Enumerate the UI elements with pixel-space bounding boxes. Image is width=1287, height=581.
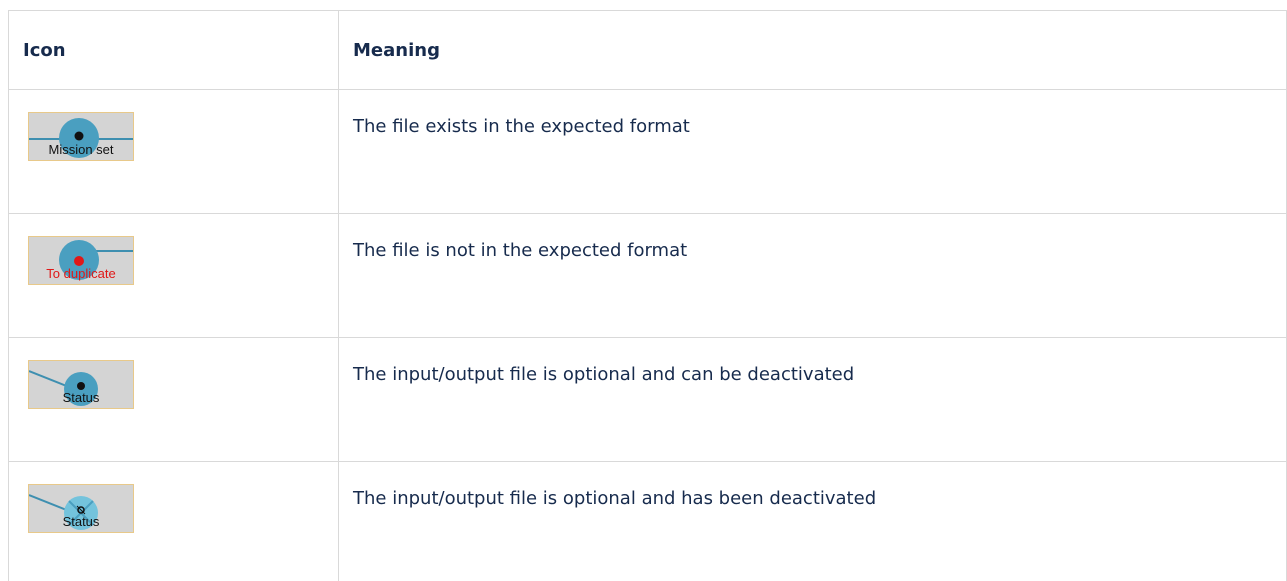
- icon-label: Status: [29, 391, 133, 405]
- mission-set-file-icon: Mission set: [28, 112, 134, 161]
- icon-cell: Status: [9, 338, 339, 462]
- table-row: To duplicate The file is not in the expe…: [9, 214, 1287, 338]
- icon-label: To duplicate: [29, 267, 133, 281]
- meaning-cell: The file exists in the expected format: [339, 90, 1287, 214]
- header-meaning: Meaning: [339, 11, 1287, 90]
- icon-label: Mission set: [29, 143, 133, 157]
- icon-legend-table: Icon Meaning Mission set The file exists…: [8, 10, 1287, 581]
- table-row: Status The input/output file is optional…: [9, 338, 1287, 462]
- table-row: Status The input/output file is optional…: [9, 462, 1287, 581]
- icon-cell: Mission set: [9, 90, 339, 214]
- header-icon: Icon: [9, 11, 339, 90]
- icon-cell: To duplicate: [9, 214, 339, 338]
- meaning-cell: The input/output file is optional and ca…: [339, 338, 1287, 462]
- icon-cell: Status: [9, 462, 339, 581]
- table-row: Mission set The file exists in the expec…: [9, 90, 1287, 214]
- table-header-row: Icon Meaning: [9, 11, 1287, 90]
- meaning-cell: The file is not in the expected format: [339, 214, 1287, 338]
- to-duplicate-file-icon: To duplicate: [28, 236, 134, 285]
- icon-label: Status: [29, 515, 133, 529]
- status-optional-file-icon: Status: [28, 360, 134, 409]
- status-deactivated-file-icon: Status: [28, 484, 134, 533]
- meaning-cell: The input/output file is optional and ha…: [339, 462, 1287, 581]
